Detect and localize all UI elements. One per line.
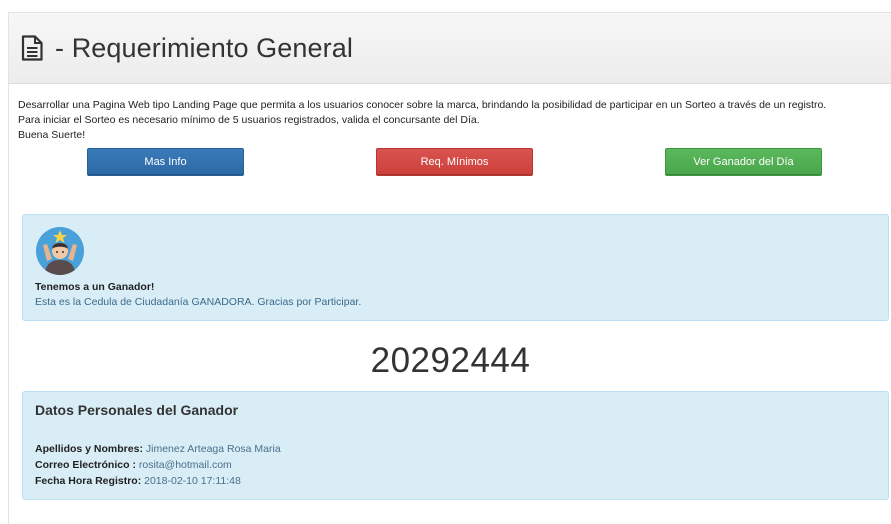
winner-title: Tenemos a un Ganador! [35, 281, 155, 293]
ver-ganador-button[interactable]: Ver Ganador del Día [665, 148, 822, 176]
names-row: Apellidos y Nombres: Jimenez Arteaga Ros… [35, 443, 281, 455]
date-row: Fecha Hora Registro: 2018-02-10 17:11:48 [35, 475, 241, 487]
email-value: rosita@hotmail.com [138, 459, 232, 471]
page-title: - Requerimiento General [55, 32, 353, 63]
winner-avatar-icon [36, 227, 84, 275]
mas-info-button[interactable]: Mas Info [87, 148, 244, 176]
description: Desarrollar una Pagina Web tipo Landing … [9, 84, 891, 143]
winner-panel: Tenemos a un Ganador! Esta es la Cedula … [22, 214, 889, 321]
req-minimos-button[interactable]: Req. Mínimos [376, 148, 533, 176]
email-label: Correo Electrónico : [35, 459, 136, 471]
winner-text: Esta es la Cedula de Ciudadanía GANADORA… [35, 296, 362, 308]
page-header: - Requerimiento General [9, 13, 891, 84]
document-icon [19, 34, 45, 62]
description-line-2: Para iniciar el Sorteo es necesario míni… [18, 114, 480, 126]
page-container: - Requerimiento General Desarrollar una … [8, 12, 891, 524]
winning-number: 20292444 [370, 341, 531, 380]
personal-data-title: Datos Personales del Ganador [35, 402, 239, 418]
personal-data-panel: Datos Personales del Ganador Apellidos y… [22, 391, 889, 500]
description-line-3: Buena Suerte! [18, 129, 86, 141]
date-label: Fecha Hora Registro: [35, 475, 142, 487]
action-buttons: Mas Info Req. Mínimos Ver Ganador del Dí… [9, 143, 891, 183]
names-label: Apellidos y Nombres: [35, 443, 143, 455]
description-line-1: Desarrollar una Pagina Web tipo Landing … [18, 99, 827, 111]
names-value: Jimenez Arteaga Rosa Maria [145, 443, 281, 455]
email-row: Correo Electrónico : rosita@hotmail.com [35, 459, 232, 471]
date-value: 2018-02-10 17:11:48 [144, 475, 241, 487]
